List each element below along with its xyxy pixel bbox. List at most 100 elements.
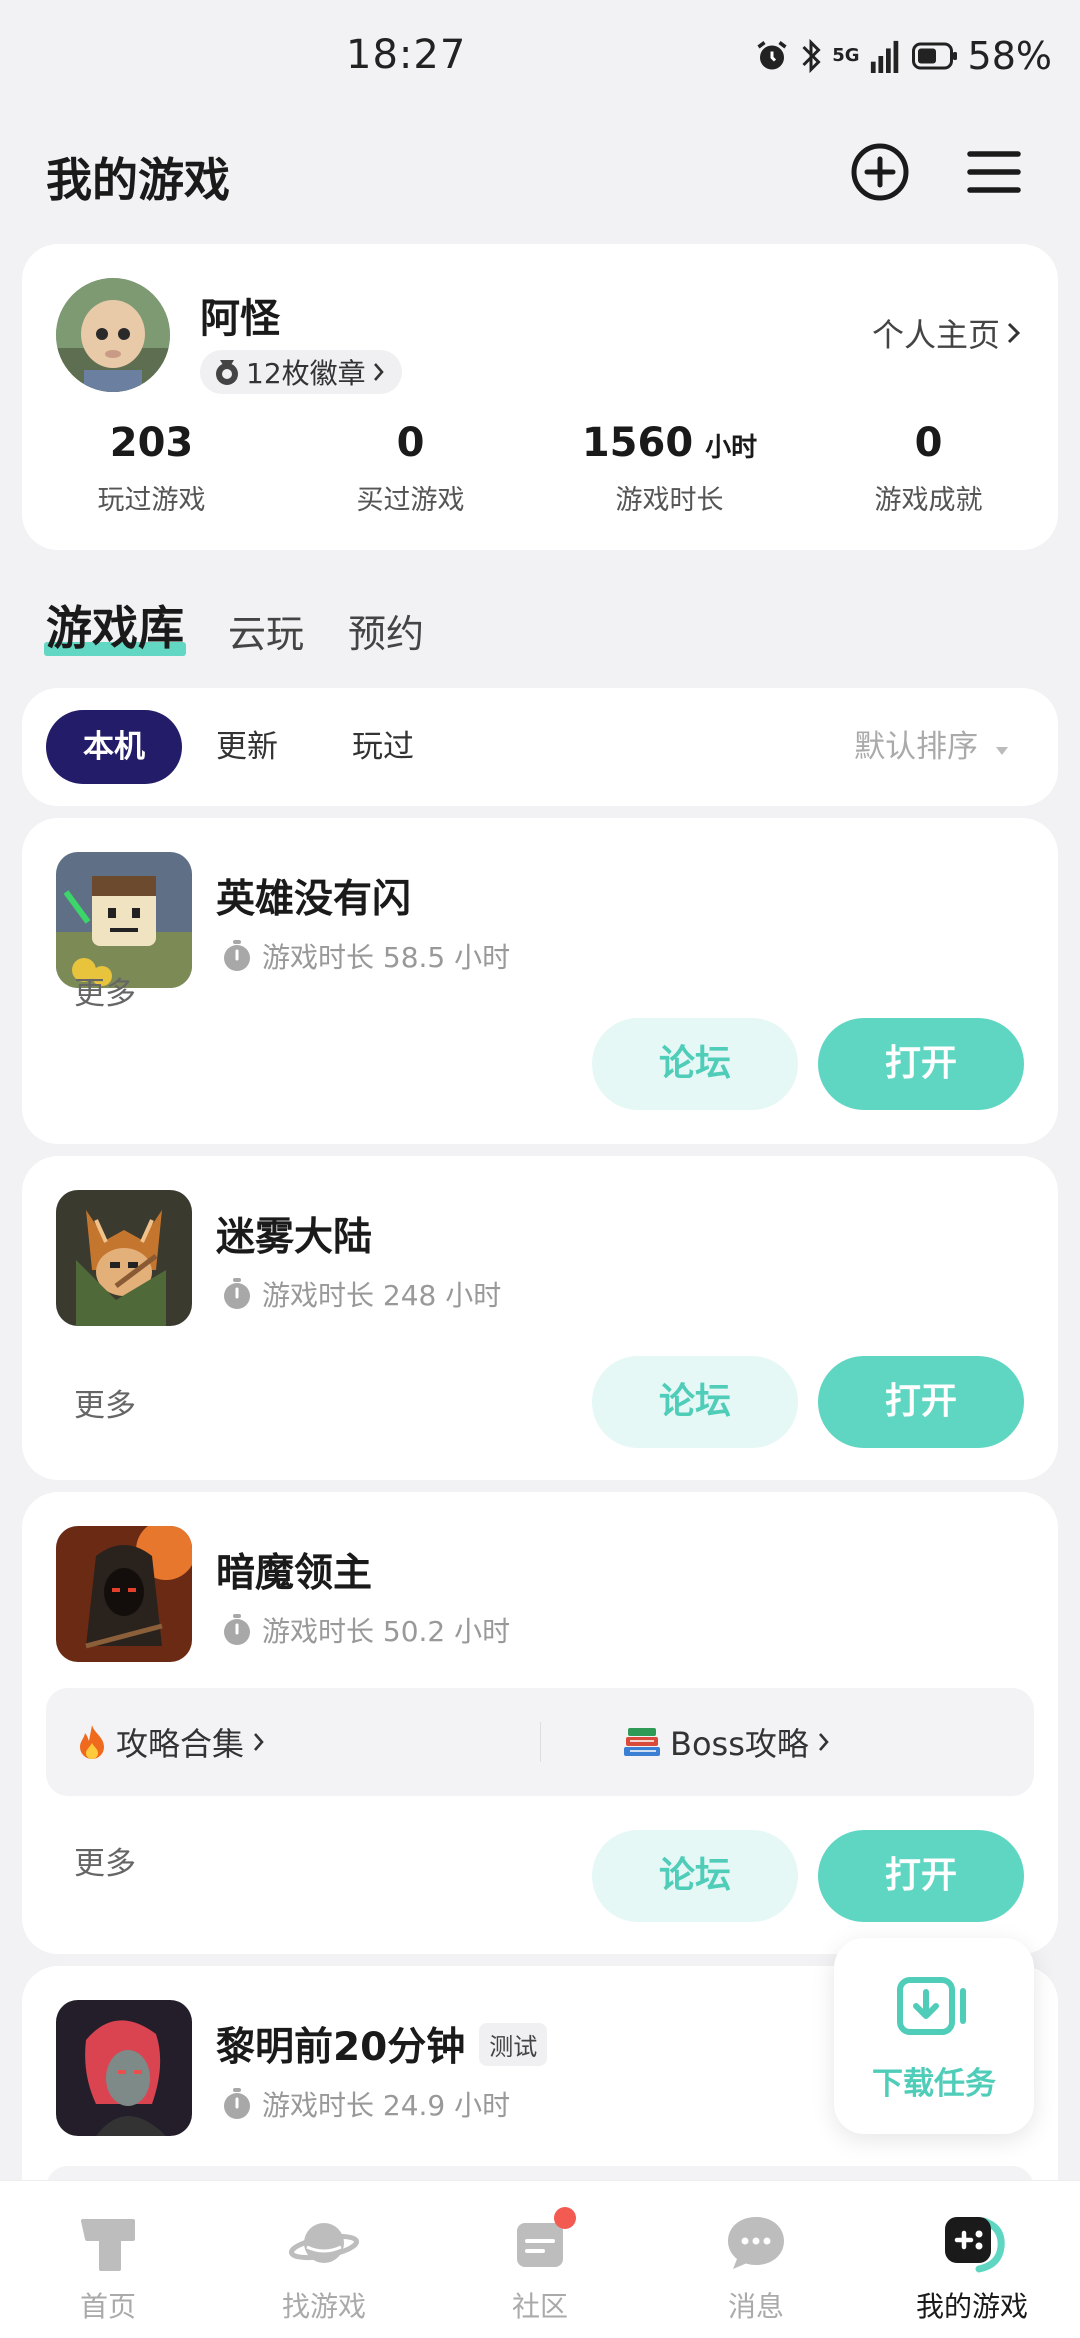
- game-name: 英雄没有闪: [216, 868, 411, 924]
- alarm-icon: [757, 41, 787, 70]
- forum-button[interactable]: 论坛: [592, 1018, 798, 1110]
- download-tasks-button[interactable]: 下载任务: [834, 1938, 1034, 2134]
- status-icons: 5G 58%: [754, 34, 1052, 78]
- hamburger-icon: [967, 151, 1021, 193]
- game-title: 暗魔领主: [216, 1551, 373, 1596]
- test-badge: 测试: [479, 2022, 548, 2066]
- guide-bar: 攻略合集 Boss攻略: [46, 1688, 1034, 1796]
- chevron-right-icon: [818, 1733, 829, 1751]
- tab-my-games[interactable]: 我的游戏: [864, 2181, 1080, 2338]
- bluetooth-icon: [802, 38, 821, 74]
- divider: [540, 1722, 541, 1762]
- notification-dot: [554, 2207, 576, 2229]
- filter-played[interactable]: 玩过: [352, 710, 414, 784]
- stat-bought[interactable]: 0 买过游戏: [281, 420, 540, 517]
- open-button[interactable]: 打开: [818, 1018, 1024, 1110]
- library-tabs: 游戏库 云玩 预约: [44, 588, 424, 658]
- stat-label: 游戏时长: [615, 485, 724, 516]
- tab-community[interactable]: 社区: [432, 2181, 648, 2338]
- profile-stats: 203 玩过游戏 0 买过游戏 1560 小时 游戏时长 0 游戏成就: [22, 420, 1058, 517]
- planet-icon: [289, 2223, 359, 2263]
- game-card[interactable]: 迷雾大陆 游戏时长 248 小时 更多 论坛 打开: [22, 1156, 1058, 1480]
- tab-label: 消息: [727, 2290, 784, 2323]
- fire-icon: [80, 1725, 104, 1759]
- stat-unit: 小时: [705, 433, 758, 463]
- medal-icon: [216, 360, 238, 385]
- tab-label: 首页: [79, 2290, 136, 2323]
- tab-messages[interactable]: 消息: [648, 2181, 864, 2338]
- stat-playtime[interactable]: 1560 小时 游戏时长: [540, 420, 799, 517]
- books-icon: [624, 1728, 660, 1756]
- download-icon: [897, 1977, 966, 2035]
- chevron-right-icon: [1007, 322, 1021, 344]
- open-button[interactable]: 打开: [818, 1830, 1024, 1922]
- game-name: 暗魔领主: [216, 1542, 372, 1598]
- stat-achievements[interactable]: 0 游戏成就: [799, 420, 1058, 517]
- add-game-button[interactable]: [850, 142, 910, 202]
- status-time: 18:27: [346, 32, 467, 78]
- playtime-text: 游戏时长 58.5 小时: [262, 941, 511, 974]
- tab-find-games[interactable]: 找游戏: [216, 2181, 432, 2338]
- sort-label: 默认排序: [854, 729, 979, 765]
- game-name: 迷雾大陆: [216, 1206, 372, 1262]
- stat-value: 0: [914, 420, 943, 466]
- message-icon: [728, 2217, 784, 2269]
- chevron-right-icon: [254, 1733, 264, 1751]
- avatar[interactable]: [56, 278, 170, 392]
- forum-button[interactable]: 论坛: [592, 1830, 798, 1922]
- username: 阿怪: [200, 296, 280, 342]
- game-playtime: 游戏时长 248 小时: [222, 1274, 501, 1314]
- playtime-text: 游戏时长 50.2 小时: [262, 1615, 511, 1648]
- homepage-link[interactable]: 个人主页: [872, 310, 1022, 356]
- tab-cloud-play[interactable]: 云玩: [228, 603, 304, 658]
- forum-button[interactable]: 论坛: [592, 1356, 798, 1448]
- tab-label: 社区: [511, 2290, 568, 2323]
- filter-bar: 本机 更新 玩过 默认排序: [22, 688, 1058, 806]
- game-title: 黎明前20分钟: [216, 2025, 466, 2070]
- tab-reservations[interactable]: 预约: [348, 603, 424, 658]
- menu-button[interactable]: [966, 144, 1022, 200]
- tab-library[interactable]: 游戏库: [44, 592, 186, 658]
- guide-collection-link[interactable]: 攻略合集: [76, 1688, 266, 1796]
- playtime-text: 游戏时长 248 小时: [262, 1279, 502, 1312]
- network-label: 5G: [832, 45, 860, 66]
- stopwatch-icon: [224, 1614, 250, 1645]
- stopwatch-icon: [224, 940, 250, 971]
- more-link[interactable]: 更多: [74, 1380, 136, 1425]
- guide-boss-link[interactable]: Boss攻略: [622, 1688, 831, 1796]
- stat-label: 玩过游戏: [97, 485, 206, 516]
- filter-updates[interactable]: 更新: [216, 710, 278, 784]
- playtime-text: 游戏时长 24.9 小时: [262, 2089, 511, 2122]
- stat-played[interactable]: 203 玩过游戏: [22, 420, 281, 517]
- caret-down-icon: [996, 747, 1008, 755]
- game-card[interactable]: 英雄没有闪 游戏时长 58.5 小时 更多 论坛 打开: [22, 818, 1058, 1144]
- game-icon: [56, 1526, 192, 1662]
- stopwatch-icon: [224, 1278, 250, 1309]
- gamepad-icon: [945, 2217, 1005, 2273]
- sort-dropdown[interactable]: 默认排序: [854, 710, 1010, 784]
- tab-home[interactable]: 首页: [0, 2181, 216, 2338]
- more-link[interactable]: 更多: [74, 968, 136, 1013]
- home-icon: [81, 2219, 135, 2271]
- stat-value: 1560: [581, 420, 694, 466]
- game-playtime: 游戏时长 50.2 小时: [222, 1610, 510, 1650]
- page-title: 我的游戏: [46, 153, 230, 207]
- stat-value: 0: [396, 420, 425, 466]
- badges-button[interactable]: 12枚徽章: [200, 350, 402, 394]
- battery-level: 58%: [967, 34, 1052, 78]
- stat-value: 203: [109, 420, 194, 466]
- homepage-link-label: 个人主页: [871, 316, 1000, 354]
- badges-count: 12枚徽章: [246, 357, 366, 390]
- more-link[interactable]: 更多: [74, 1838, 136, 1883]
- game-title: 英雄没有闪: [216, 877, 412, 922]
- bottom-tab-bar: 首页 找游戏 社区 消息 我的游戏: [0, 2180, 1080, 2338]
- filter-local[interactable]: 本机: [46, 710, 182, 784]
- battery-icon: [911, 42, 957, 70]
- profile-card: 阿怪 12枚徽章 个人主页 203 玩过游戏 0 买过游戏 1560 小时 游戏时…: [22, 244, 1058, 550]
- game-icon: [56, 2000, 192, 2136]
- game-icon: [56, 1190, 192, 1326]
- open-button[interactable]: 打开: [818, 1356, 1024, 1448]
- game-card[interactable]: 暗魔领主 游戏时长 50.2 小时 攻略合集 Boss攻略 更多 论坛 打开: [22, 1492, 1058, 1954]
- tab-label: 游戏库: [46, 601, 184, 655]
- stopwatch-icon: [224, 2088, 250, 2119]
